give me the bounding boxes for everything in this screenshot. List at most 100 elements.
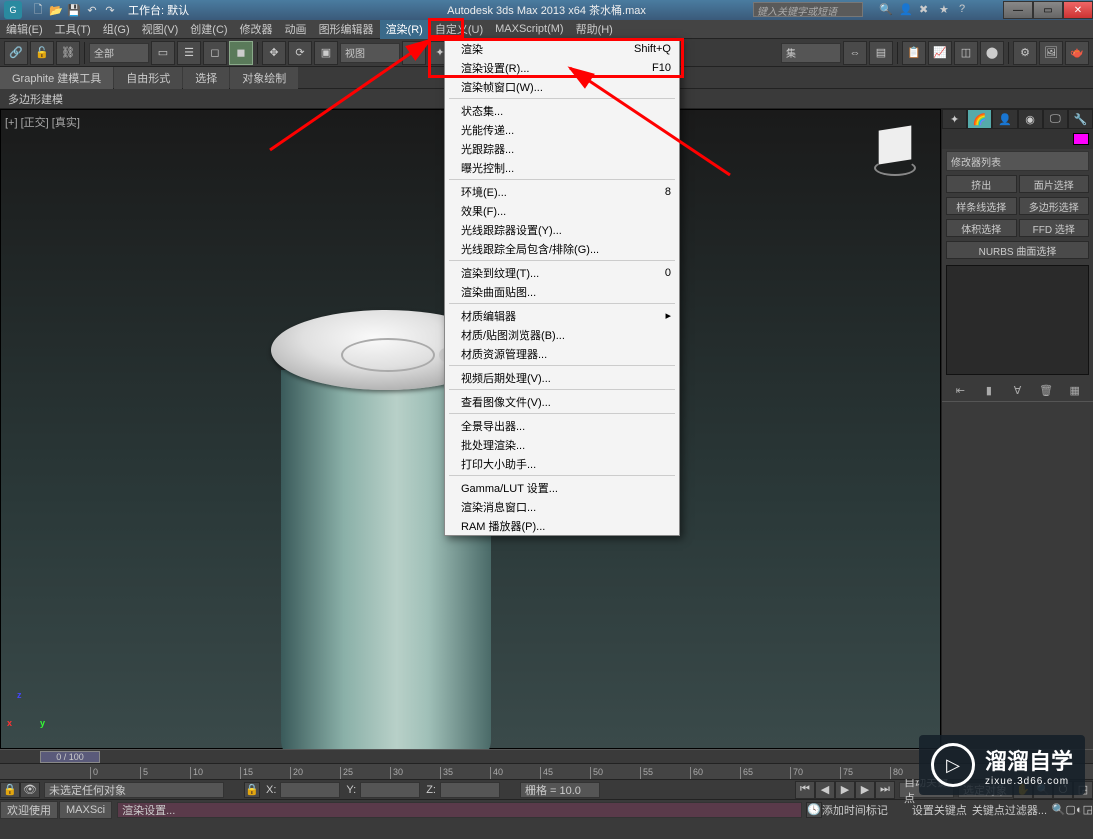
unlink-icon[interactable]: 🔓 — [30, 41, 54, 65]
menu-item[interactable]: Gamma/LUT 设置... — [445, 478, 679, 497]
prev-frame-icon[interactable]: ◀ — [815, 781, 835, 799]
time-slider-handle[interactable]: 0 / 100 — [40, 751, 100, 763]
modify-tab-icon[interactable]: 🌈 — [967, 109, 992, 129]
menu-item[interactable]: 光线跟踪器设置(Y)... — [445, 220, 679, 239]
material-editor-icon[interactable]: ⬤ — [980, 41, 1004, 65]
x-field[interactable] — [280, 782, 340, 798]
move-icon[interactable]: ✥ — [262, 41, 286, 65]
comm-center-icon[interactable]: 🕓 — [806, 802, 822, 818]
menu-v[interactable]: 视图(V) — [136, 20, 185, 39]
menu-item[interactable]: 渲染消息窗口... — [445, 497, 679, 516]
key-filters-button[interactable]: 关键点过滤器... — [972, 802, 1052, 818]
menu-item[interactable]: 批处理渲染... — [445, 435, 679, 454]
menu-[interactable]: 动画 — [279, 20, 313, 39]
favorites-icon[interactable]: ★ — [939, 3, 953, 17]
modifier-stack[interactable] — [946, 265, 1089, 375]
menu-item[interactable]: 渲染曲面贴图... — [445, 282, 679, 301]
listener-tab-welcome[interactable]: 欢迎使用 — [0, 801, 58, 819]
minimize-button[interactable]: — — [1003, 1, 1033, 19]
remove-mod-icon[interactable]: 🗑 — [1037, 381, 1055, 399]
isolate-icon[interactable]: 👁 — [20, 782, 40, 798]
link-icon[interactable]: 🔗 — [4, 41, 28, 65]
menu-item[interactable]: 曝光控制... — [445, 158, 679, 177]
render-frame-icon[interactable]: 🖼 — [1039, 41, 1063, 65]
menu-t[interactable]: 工具(T) — [49, 20, 97, 39]
select-icon[interactable]: ▭ — [151, 41, 175, 65]
menu-item[interactable]: 渲染到纹理(T)...0 — [445, 263, 679, 282]
y-field[interactable] — [360, 782, 420, 798]
app-icon[interactable]: G — [4, 1, 22, 19]
utilities-tab-icon[interactable]: 🔧 — [1068, 109, 1093, 129]
menu-h[interactable]: 帮助(H) — [570, 20, 619, 39]
pin-stack-icon[interactable]: ⇤ — [951, 381, 969, 399]
nav-fov-icon[interactable]: ◐ — [1076, 804, 1083, 816]
menu-item[interactable]: 材质编辑器▸ — [445, 306, 679, 325]
menu-item[interactable]: 光线跟踪全局包含/排除(G)... — [445, 239, 679, 258]
qat-open-icon[interactable]: 📂 — [48, 2, 64, 18]
qat-redo-icon[interactable]: ↷ — [102, 2, 118, 18]
close-button[interactable]: ✕ — [1063, 1, 1093, 19]
configure-icon[interactable]: ▦ — [1066, 381, 1084, 399]
curve-editor-icon[interactable]: 📈 — [928, 41, 952, 65]
menu-item[interactable]: 全景导出器... — [445, 416, 679, 435]
lock-selection-icon[interactable]: 🔒 — [0, 782, 20, 798]
pivot-icon[interactable]: ⊕ — [402, 41, 426, 65]
bind-icon[interactable]: ⛓ — [56, 41, 80, 65]
viewcube[interactable] — [870, 120, 920, 170]
menu-item[interactable]: 渲染Shift+Q — [445, 39, 679, 58]
infocenter-icon[interactable]: 🔍 — [879, 3, 893, 17]
select-region-rect-icon[interactable]: ◻ — [203, 41, 227, 65]
qat-undo-icon[interactable]: ↶ — [84, 2, 100, 18]
menu-item[interactable]: 渲染帧窗口(W)... — [445, 77, 679, 96]
menu-item[interactable]: 视频后期处理(V)... — [445, 368, 679, 387]
modifier-btn-ffdsel[interactable]: FFD 选择 — [1019, 219, 1090, 237]
display-tab-icon[interactable]: 🖵 — [1043, 109, 1068, 129]
modifier-btn-patchsel[interactable]: 面片选择 — [1019, 175, 1090, 193]
ribbon-tab-2[interactable]: 选择 — [183, 67, 229, 89]
ribbon-tab-1[interactable]: 自由形式 — [114, 67, 182, 89]
goto-start-icon[interactable]: ⏮ — [795, 781, 815, 799]
mirror-icon[interactable]: ⇔ — [843, 41, 867, 65]
modifier-btn-extrude[interactable]: 挤出 — [946, 175, 1017, 193]
render-setup-icon[interactable]: ⚙ — [1013, 41, 1037, 65]
create-tab-icon[interactable]: ✦ — [942, 109, 967, 129]
scale-icon[interactable]: ▣ — [314, 41, 338, 65]
menu-item[interactable]: 光跟踪器... — [445, 139, 679, 158]
menu-r[interactable]: 渲染(R) — [380, 20, 429, 39]
goto-end-icon[interactable]: ⏭ — [875, 781, 895, 799]
named-selset[interactable]: 集 — [781, 43, 841, 63]
menu-c[interactable]: 创建(C) — [184, 20, 233, 39]
menu-e[interactable]: 编辑(E) — [0, 20, 49, 39]
menu-item[interactable]: 打印大小助手... — [445, 454, 679, 473]
menu-item[interactable]: 状态集... — [445, 101, 679, 120]
nav-zoomext-icon[interactable]: ▢ — [1066, 803, 1076, 816]
menu-maxscriptm[interactable]: MAXScript(M) — [489, 20, 569, 39]
set-key-button[interactable]: 设置关键点 — [912, 802, 972, 818]
help-icon[interactable]: ? — [959, 3, 973, 17]
qat-save-icon[interactable]: 💾 — [66, 2, 82, 18]
render-icon[interactable]: 🫖 — [1065, 41, 1089, 65]
layer-icon[interactable]: 📋 — [902, 41, 926, 65]
menu-item[interactable]: 渲染设置(R)...F10 — [445, 58, 679, 77]
menu-item[interactable]: RAM 播放器(P)... — [445, 516, 679, 535]
menu-g[interactable]: 组(G) — [97, 20, 136, 39]
modifier-list-dropdown[interactable]: 修改器列表 — [946, 151, 1089, 171]
add-time-tag[interactable]: 添加时间标记 — [822, 802, 912, 818]
schematic-icon[interactable]: ◫ — [954, 41, 978, 65]
window-crossing-icon[interactable]: ◼ — [229, 41, 253, 65]
exchange-icon[interactable]: ✖ — [919, 3, 933, 17]
ribbon-tab-3[interactable]: 对象绘制 — [230, 67, 298, 89]
align-icon[interactable]: ▤ — [869, 41, 893, 65]
menu-u[interactable]: 自定义(U) — [429, 20, 489, 39]
show-end-icon[interactable]: ▮ — [980, 381, 998, 399]
ribbon-tab-0[interactable]: Graphite 建模工具 — [0, 67, 113, 89]
menu-item[interactable]: 光能传递... — [445, 120, 679, 139]
ref-coord-dropdown[interactable]: 视图 — [340, 43, 400, 63]
make-unique-icon[interactable]: ∀ — [1008, 381, 1026, 399]
object-color-swatch[interactable] — [1073, 133, 1089, 145]
nav-zoom2-icon[interactable]: 🔍 — [1052, 803, 1066, 816]
nav-maxtoggle-icon[interactable]: ◲ — [1083, 803, 1093, 816]
menu-item[interactable]: 效果(F)... — [445, 201, 679, 220]
selection-filter-dropdown[interactable]: 全部 — [89, 43, 149, 63]
rotate-icon[interactable]: ⟳ — [288, 41, 312, 65]
